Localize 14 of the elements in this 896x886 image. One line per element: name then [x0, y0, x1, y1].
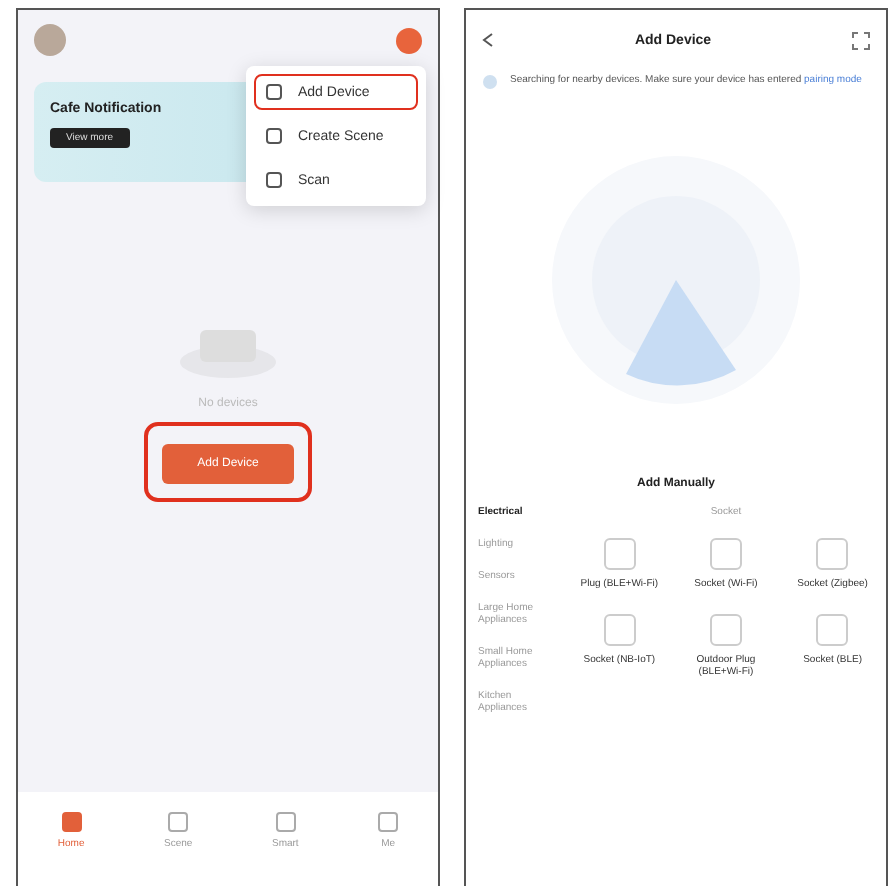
socket-icon[interactable]: [816, 538, 849, 570]
info-icon: [482, 74, 498, 90]
menu-item-icon: [266, 172, 282, 188]
socket-icon[interactable]: [816, 614, 849, 646]
socket-icon[interactable]: [709, 538, 742, 570]
menu-item-icon: [266, 128, 282, 144]
socket-icon[interactable]: [603, 538, 636, 570]
menu-item-icon: [266, 84, 282, 100]
add-icon[interactable]: [396, 27, 422, 53]
socket-icon[interactable]: [603, 614, 636, 646]
socket-icon[interactable]: [709, 614, 742, 646]
avatar-icon[interactable]: [34, 24, 66, 56]
back-icon[interactable]: [482, 32, 494, 48]
scan-icon[interactable]: [852, 31, 870, 49]
